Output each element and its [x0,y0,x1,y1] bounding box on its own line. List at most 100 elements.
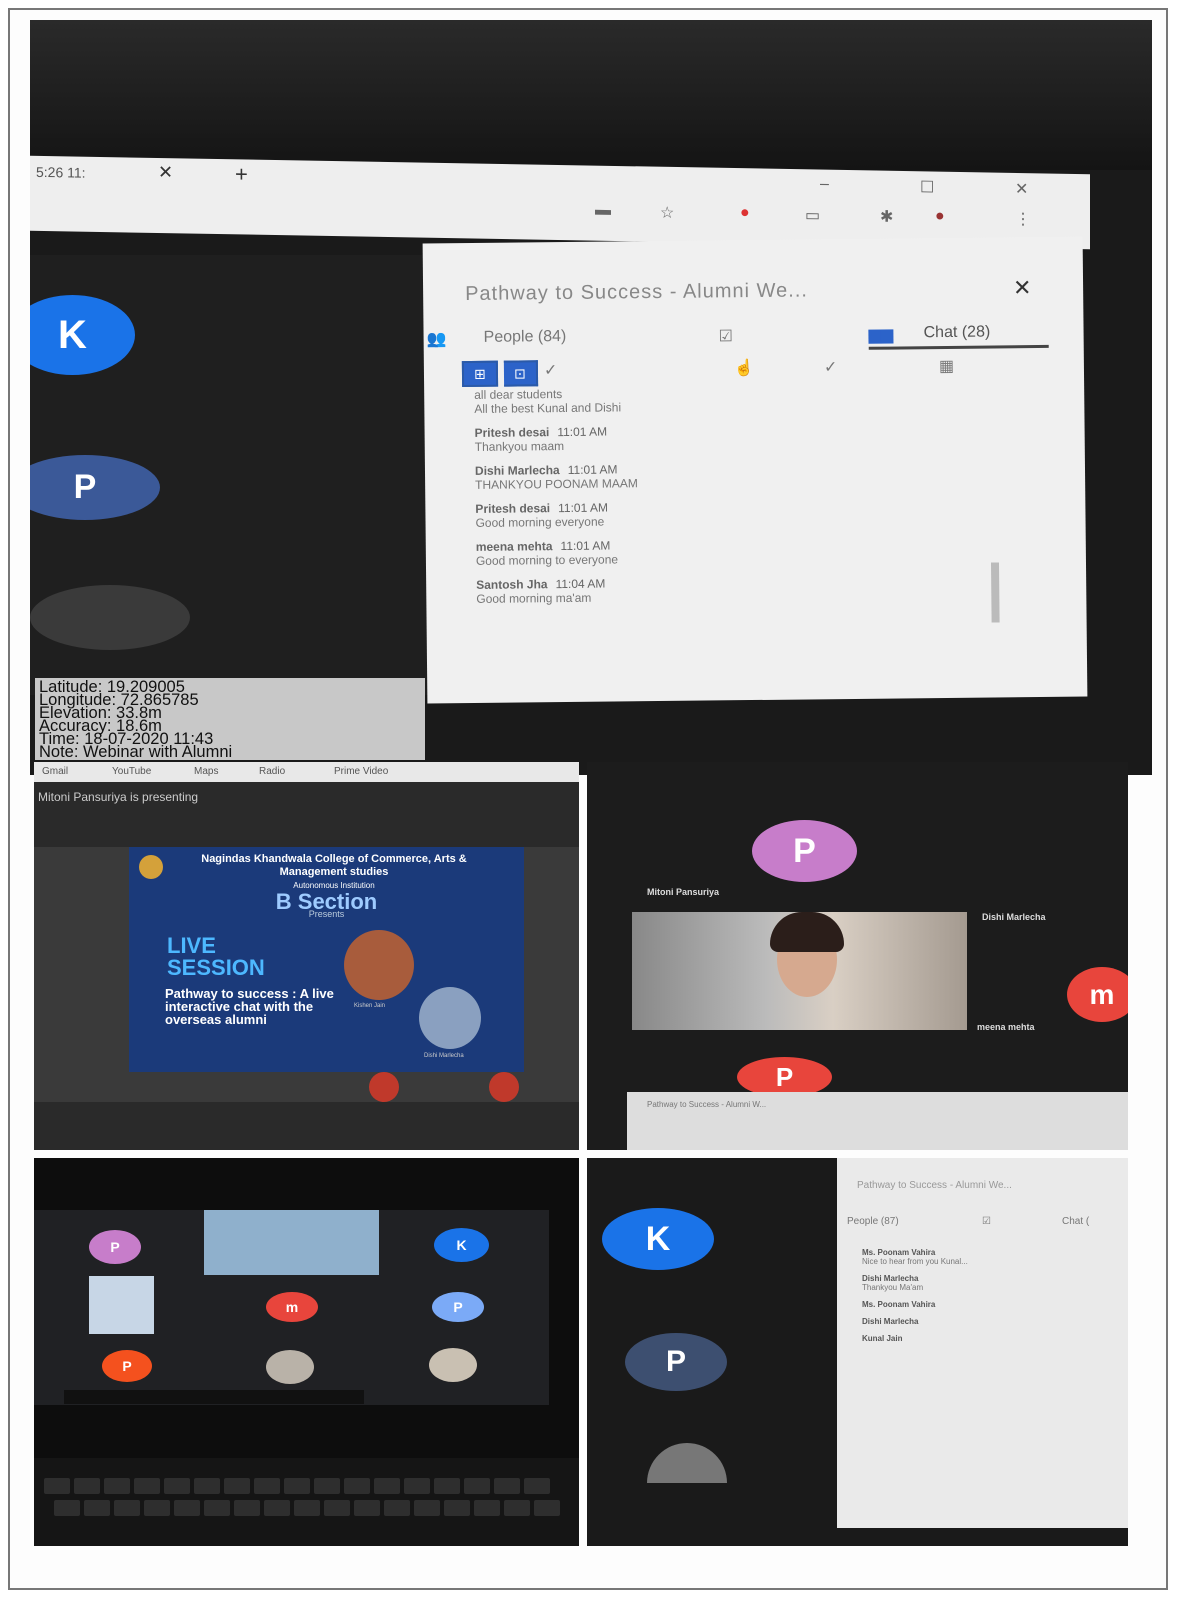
extension-icon[interactable]: ▭ [805,205,820,225]
keyboard-key [54,1500,80,1516]
keyboard-key [354,1500,380,1516]
avatar: P [625,1333,727,1391]
college-logo [139,855,163,879]
chat-icon[interactable]: ▆▆ [868,325,894,345]
chat-message: Dishi Marlecha Thankyou Ma'am [862,1274,1112,1292]
leave-call-button[interactable] [489,1072,519,1102]
keyboard-key [294,1500,320,1516]
keyboard-key [474,1500,500,1516]
tab-chat[interactable]: Chat ( [1062,1216,1089,1227]
close-panel-icon[interactable]: ✕ [1013,275,1032,301]
keyboard-key [384,1500,410,1516]
live-session-title: LIVE SESSION [167,933,265,980]
minimize-button[interactable]: – [820,176,829,194]
keyboard-key [324,1500,350,1516]
tab-chat[interactable]: Chat (28) [923,324,990,343]
message-sender: Ms. Poonam Vahira [862,1248,936,1257]
close-window-button[interactable]: ✕ [1015,179,1028,199]
bookmark-youtube[interactable]: YouTube [112,766,151,777]
tasks-icon[interactable]: ☑ [718,326,734,346]
meeting-chat-panel: Pathway to Success - Alumni We... ✕ 👥 Pe… [422,236,1088,704]
meeting-title: Pathway to Success - Alumni W... [647,1100,767,1109]
chat-message: Dishi Marlecha 11:01 AM THANKYOU POONAM M… [475,458,1035,491]
chat-message: Ms. Poonam Vahira Nice to hear from you … [862,1248,1112,1266]
stop-presenting-button[interactable] [369,1072,399,1102]
participant-video [204,1210,379,1275]
keyboard-key [234,1500,260,1516]
participant-video [89,1276,154,1334]
bookmark-star-icon[interactable]: ☆ [660,203,674,223]
tab-title[interactable]: 5:26 11: [36,164,86,181]
participant-area: K P [30,255,440,695]
share-icon[interactable]: ⊡ [503,360,539,387]
puzzle-icon[interactable]: ✱ [880,207,893,227]
message-sender: Ms. Poonam Vahira [862,1300,936,1309]
keyboard-key [164,1478,190,1494]
chat-message: Santosh Jha 11:04 AM Good morning ma'am [476,572,1036,606]
tab-people[interactable]: People (87) [847,1216,899,1227]
maximize-button[interactable]: ☐ [920,177,934,197]
bookmark-gmail[interactable]: Gmail [42,766,68,777]
message-sender: Dishi Marlecha [862,1317,919,1326]
avatar: P [89,1230,141,1264]
note: Note: Webinar with Alumni [39,743,233,761]
avatar: K [434,1228,489,1262]
chat-message: all dear students All the best Kunal and… [474,382,1034,416]
chat-message: Pritesh desai 11:01 AM Good morning every… [475,496,1035,530]
cursor-icon: ☝ [733,360,754,378]
check-icon: ✓ [543,362,558,380]
keyboard-key [494,1478,520,1494]
keyboard-key [504,1500,530,1516]
keyboard-key [344,1478,370,1494]
teams-meeting-photo: 5:26 11: ✕ + – ☐ ✕ ▬ ☆ ● ▭ ✱ ● ⋮ K P Pat… [30,20,1152,775]
more-menu-icon[interactable]: ⋮ [1015,209,1031,229]
keyboard-key [144,1500,170,1516]
chat-message: Dishi Marlecha [862,1317,1112,1326]
tab-people[interactable]: People (84) [484,328,567,347]
chat-message-list: Ms. Poonam Vahira Nice to hear from you … [862,1248,1112,1351]
avatar: K [30,295,135,375]
college-name: Nagindas Khandwala College of Commerce, … [201,853,467,890]
avatar: m [1067,967,1128,1022]
monitor-bezel [30,20,1152,170]
check-icon: ✓ [823,359,838,377]
laptop-keyboard [34,1458,579,1546]
shared-screen: Nagindas Khandwala College of Commerce, … [34,847,579,1102]
active-tab-indicator [868,344,1049,350]
session-tagline: Pathway to success : A live interactive … [165,986,334,1027]
taskbar [64,1390,364,1404]
speaker-name: Kishen Jain [354,1003,386,1009]
bookmark-prime-video[interactable]: Prime Video [334,766,388,777]
bookmark-maps[interactable]: Maps [194,766,218,777]
new-tab-icon[interactable]: + [235,161,248,187]
avatar: P [752,820,857,882]
profile-avatar-icon[interactable]: ● [935,208,945,226]
keyboard-key [404,1478,430,1494]
keyboard-key [374,1478,400,1494]
keyboard-key [224,1478,250,1494]
chat-scrollbar[interactable] [990,562,1000,623]
participant-photo [266,1350,314,1384]
present-icon[interactable]: ⊞ [461,360,499,388]
chat-message-list: all dear students All the best Kunal and… [474,382,1036,616]
close-tab-icon[interactable]: ✕ [158,162,173,183]
participant-name: Dishi Marlecha [982,912,1046,922]
keyboard-key [44,1478,70,1494]
people-icon[interactable]: 👥 [427,329,447,349]
meeting-chat-panel: Pathway to Success - Alumni We... People… [837,1158,1128,1528]
avatar: P [432,1292,484,1322]
keyboard-key [134,1478,160,1494]
message-sender: Kunal Jain [862,1334,903,1343]
tasks-icon[interactable]: ☑ [982,1216,991,1227]
bookmark-radio[interactable]: Radio [259,766,285,777]
participant-hair [770,912,844,952]
bookmarks-bar: Gmail YouTube Maps Radio Prime Video [34,762,579,782]
extension-icon[interactable]: ● [740,204,750,222]
avatar: P [30,455,160,520]
cast-icon[interactable]: ▬ [595,202,611,220]
meeting-title: Pathway to Success - Alumni We... [465,279,809,306]
keyboard-key [204,1500,230,1516]
chat-panel-edge: Pathway to Success - Alumni W... [627,1092,1128,1150]
presents-label: Presents [308,909,345,919]
chat-message: meena mehta 11:01 AM Good morning to ever… [476,534,1036,568]
